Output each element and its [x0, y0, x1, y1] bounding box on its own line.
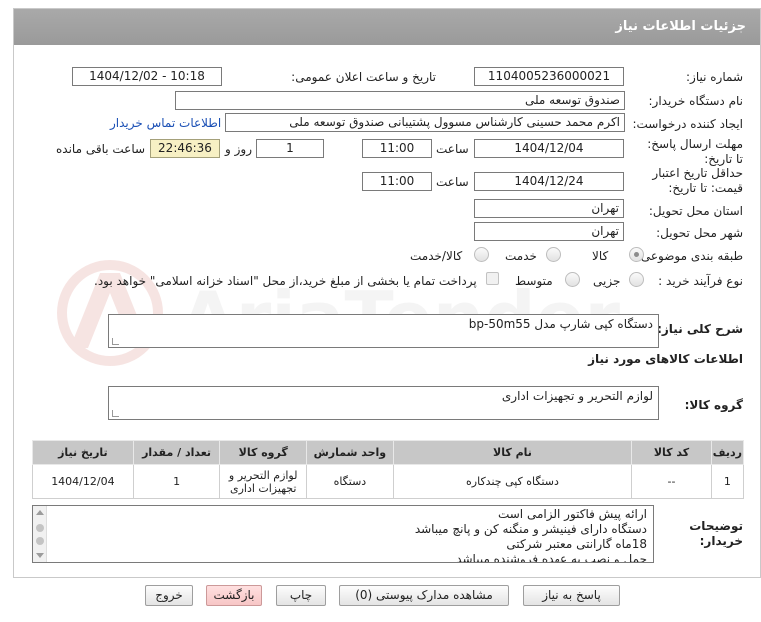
treasury-note: پرداخت تمام یا بخشی از مبلغ خرید،از محل …: [94, 274, 477, 288]
goods-group-label: گروه کالا:: [684, 398, 743, 412]
goods-group-text: لوازم التحریر و تجهیزات اداری: [501, 389, 653, 403]
note-line: 18ماه گارانتی معتبر شرکتی: [506, 537, 647, 551]
city-label: شهر محل تحویل:: [656, 226, 743, 240]
panel-title: جزئیات اطلاعات نیاز: [615, 19, 746, 34]
exit-button[interactable]: خروج: [145, 585, 193, 606]
cell-date: 1404/12/04: [32, 464, 134, 499]
province-label: استان محل تحویل:: [648, 204, 743, 218]
category-goods-service-radio[interactable]: [474, 247, 489, 262]
col-qty: تعداد / مقدار: [132, 440, 221, 465]
scroll-dot-icon: [36, 537, 44, 545]
buyer-org-label: نام دستگاه خریدار:: [648, 94, 744, 108]
view-documents-button[interactable]: مشاهده مدارک پیوستی (0): [339, 585, 509, 606]
process-medium-label: متوسط: [515, 274, 553, 288]
scroll-down-icon[interactable]: [36, 553, 44, 558]
deadline-time-label: ساعت: [436, 142, 469, 156]
validity-label: حداقل تاریخ اعتبار قیمت: تا تاریخ:: [652, 166, 743, 195]
deadline-label: مهلت ارسال پاسخ: تا تاریخ:: [647, 137, 743, 166]
category-goods-service-label: کالا/خدمت: [410, 249, 463, 263]
buyer-notes-field: ارائه پیش فاکتور الزامی است دستگاه دارای…: [32, 505, 654, 563]
category-goods-label: کالا: [592, 249, 609, 263]
col-date: تاریخ نیاز: [32, 440, 134, 465]
cell-unit: دستگاه: [306, 464, 394, 499]
col-code: کد کالا: [631, 440, 712, 465]
deadline-time-field: 11:00: [362, 139, 432, 158]
treasury-checkbox[interactable]: [486, 272, 499, 285]
note-line: ارائه پیش فاکتور الزامی است: [497, 507, 647, 521]
announce-field: 1404/12/02 - 10:18: [72, 67, 222, 86]
goods-info-title: اطلاعات کالاهای مورد نیاز: [588, 352, 743, 366]
deadline-date-field: 1404/12/04: [474, 139, 624, 158]
notes-scrollbar[interactable]: [33, 506, 47, 562]
cell-group: لوازم التحریر و تجهیزات اداری: [219, 464, 308, 499]
goods-table: ردیف کد کالا نام کالا واحد شمارش گروه کا…: [32, 440, 745, 499]
back-button[interactable]: بازگشت: [206, 585, 262, 606]
creator-label: ایجاد کننده درخواست:: [632, 117, 743, 131]
col-unit: واحد شمارش: [306, 440, 394, 465]
validity-time-field: 11:00: [362, 172, 432, 191]
province-field: تهران: [474, 199, 624, 218]
process-minor-label: جزیی: [593, 274, 621, 288]
goods-group-field: لوازم التحریر و تجهیزات اداری: [108, 386, 659, 420]
reply-button[interactable]: پاسخ به نیاز: [523, 585, 620, 606]
col-group: گروه کالا: [219, 440, 308, 465]
creator-field: اکرم محمد حسینی کارشناس مسوول پشتیبانی ص…: [225, 113, 625, 132]
cell-row: 1: [710, 464, 745, 499]
category-label: طبقه بندی موضوعی:: [636, 249, 743, 263]
cell-name: دستگاه کپی چندکاره: [392, 464, 633, 499]
category-goods-radio[interactable]: [629, 247, 644, 262]
summary-field: دستگاه کپی شارپ مدل bp-50m55: [108, 314, 659, 348]
category-service-label: خدمت: [505, 249, 537, 263]
buyer-org-field: صندوق توسعه ملی: [175, 91, 625, 110]
need-number-label: شماره نیاز:: [686, 70, 743, 84]
cell-code: --: [631, 464, 712, 499]
validity-time-label: ساعت: [436, 175, 469, 189]
announce-label: تاریخ و ساعت اعلان عمومی:: [291, 70, 436, 84]
resize-grip[interactable]: [112, 338, 119, 345]
summary-text: دستگاه کپی شارپ مدل bp-50m55: [468, 317, 653, 331]
resize-grip[interactable]: [112, 410, 119, 417]
process-minor-radio[interactable]: [629, 272, 644, 287]
remaining-label: ساعت باقی مانده: [56, 142, 146, 156]
note-line: حمل و نصب به عهده فروشنده میباشد: [456, 552, 647, 563]
validity-date-field: 1404/12/24: [474, 172, 624, 191]
buyer-notes-text: ارائه پیش فاکتور الزامی است دستگاه دارای…: [414, 507, 647, 563]
scroll-dot-icon: [36, 524, 44, 532]
category-service-radio[interactable]: [546, 247, 561, 262]
city-field: تهران: [474, 222, 624, 241]
note-line: دستگاه دارای فینیشر و منگنه کن و پانچ می…: [414, 522, 647, 536]
days-label: روز و: [225, 142, 252, 156]
summary-label: شرح کلی نیاز:: [657, 322, 743, 336]
panel-header: جزئیات اطلاعات نیاز: [14, 9, 760, 45]
cell-qty: 1: [132, 464, 221, 499]
print-button[interactable]: چاپ: [276, 585, 326, 606]
process-label: نوع فرآیند خرید :: [658, 274, 743, 288]
remaining-time-field: 22:46:36: [150, 139, 220, 158]
deadline-days-field: 1: [256, 139, 324, 158]
buyer-contact-link[interactable]: اطلاعات تماس خریدار: [110, 116, 221, 130]
need-number-field: 1104005236000021: [474, 67, 624, 86]
process-medium-radio[interactable]: [565, 272, 580, 287]
buyer-notes-label: توضیحات خریدار:: [689, 519, 743, 548]
col-name: نام کالا: [392, 440, 633, 465]
table-header-row: ردیف کد کالا نام کالا واحد شمارش گروه کا…: [32, 440, 745, 465]
scroll-up-icon[interactable]: [36, 510, 44, 515]
col-row: ردیف: [710, 440, 745, 465]
table-row: 1 -- دستگاه کپی چندکاره دستگاه لوازم الت…: [32, 464, 745, 499]
